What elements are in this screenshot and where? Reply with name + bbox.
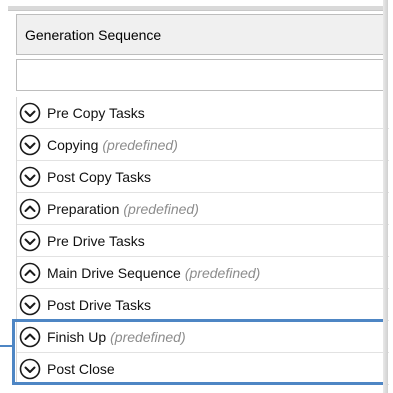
column-header-title: Generation Sequence — [25, 26, 162, 43]
list-item[interactable]: Post Copy Tasks — [17, 161, 389, 193]
list-item[interactable]: Copying (predefined) — [17, 129, 389, 161]
chevron-down-icon[interactable] — [19, 102, 41, 124]
list-item-label: Post Close — [47, 360, 115, 377]
list-item[interactable]: Post Close — [17, 353, 389, 385]
list-item[interactable]: Main Drive Sequence (predefined) — [17, 257, 389, 289]
list-item[interactable]: Pre Drive Tasks — [17, 225, 389, 257]
chevron-down-icon[interactable] — [19, 166, 41, 188]
list-item[interactable]: Finish Up (predefined) — [17, 321, 389, 353]
chevron-down-icon[interactable] — [19, 230, 41, 252]
callout-connector — [0, 345, 12, 347]
filter-input[interactable] — [16, 59, 388, 91]
chevron-down-icon[interactable] — [19, 134, 41, 156]
list-item-label: Preparation — [47, 200, 120, 217]
list-item[interactable]: Pre Copy Tasks — [17, 97, 389, 129]
top-divider — [8, 6, 388, 11]
chevron-down-icon[interactable] — [19, 358, 41, 380]
list-item-label: Pre Copy Tasks — [47, 104, 145, 121]
list-item-label: Main Drive Sequence — [47, 264, 181, 281]
chevron-up-icon[interactable] — [19, 262, 41, 284]
list-item-label: Post Copy Tasks — [47, 168, 152, 185]
sequence-list: Pre Copy Tasks Copying (predefined) Post Co… — [16, 97, 389, 385]
list-item-label: Finish Up — [47, 328, 107, 345]
window-edge — [383, 0, 388, 393]
predefined-tag: (predefined) — [102, 136, 178, 153]
chevron-up-icon[interactable] — [19, 198, 41, 220]
list-item-label: Pre Drive Tasks — [47, 232, 145, 249]
list-item-label: Copying — [47, 136, 99, 153]
column-header[interactable]: Generation Sequence — [16, 14, 388, 55]
predefined-tag: (predefined) — [123, 200, 199, 217]
predefined-tag: (predefined) — [184, 264, 261, 281]
chevron-up-icon[interactable] — [19, 326, 41, 348]
list-item-label: Post Drive Tasks — [47, 296, 151, 313]
predefined-tag: (predefined) — [110, 328, 186, 345]
list-item[interactable]: Post Drive Tasks — [17, 289, 389, 321]
chevron-down-icon[interactable] — [19, 294, 41, 316]
generation-sequence-panel: Generation Sequence Pre Copy Tasks Copyin… — [0, 0, 389, 393]
list-item[interactable]: Preparation (predefined) — [17, 193, 389, 225]
